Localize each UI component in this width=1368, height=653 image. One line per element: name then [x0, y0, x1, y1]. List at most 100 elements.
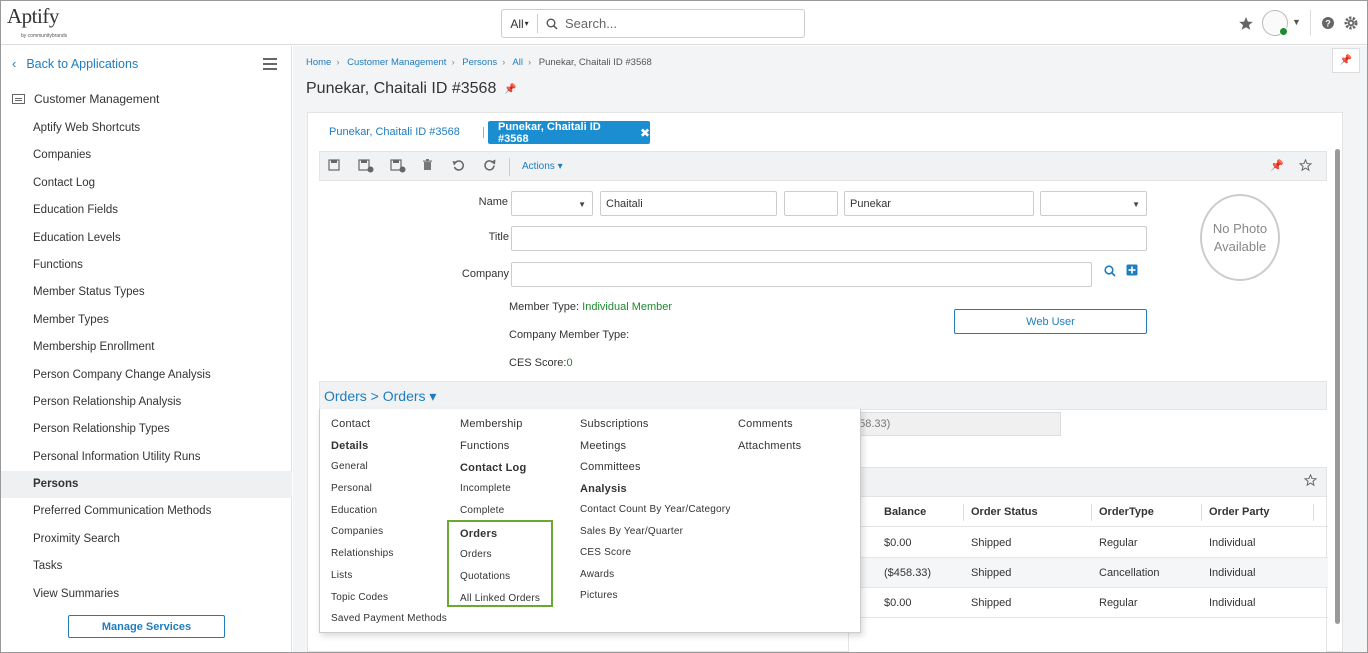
- sidebar-item-personal-information-utility-runs[interactable]: Personal Information Utility Runs: [1, 444, 292, 471]
- favorites-star-icon[interactable]: [1238, 11, 1254, 35]
- company-input[interactable]: [511, 262, 1092, 287]
- actions-dropdown[interactable]: Actions ▾: [522, 161, 563, 172]
- tab-record-active[interactable]: Punekar, Chaitali ID #3568 ✖: [488, 121, 650, 145]
- sidebar-item-education-fields[interactable]: Education Fields: [1, 197, 292, 224]
- cell-balance: ($458.33): [884, 567, 932, 579]
- chevron-down-icon[interactable]: ▼: [1292, 17, 1301, 27]
- orders-view-dropdown[interactable]: Orders > Orders ▾: [324, 388, 436, 405]
- sidebar-section-customer-management[interactable]: Customer Management: [12, 92, 159, 106]
- sidebar-item-contact-log[interactable]: Contact Log: [1, 170, 292, 197]
- sidebar-item-person-company-change-analysis[interactable]: Person Company Change Analysis: [1, 362, 292, 389]
- photo-placeholder[interactable]: No Photo Available: [1200, 194, 1280, 281]
- menu-item-membership[interactable]: Membership: [460, 418, 523, 430]
- menu-item-saved-payment-methods[interactable]: Saved Payment Methods: [331, 613, 447, 624]
- column-header-order-status[interactable]: Order Status: [971, 506, 1038, 518]
- manage-services-button[interactable]: Manage Services: [68, 615, 225, 638]
- sidebar-item-proximity-search[interactable]: Proximity Search: [1, 526, 292, 553]
- last-name-input[interactable]: Punekar: [844, 191, 1034, 216]
- menu-item-meetings[interactable]: Meetings: [580, 440, 626, 452]
- breadcrumb-persons[interactable]: Persons: [462, 57, 497, 68]
- menu-item-contact-count-by-year-category[interactable]: Contact Count By Year/Category: [580, 504, 731, 515]
- menu-item-relationships[interactable]: Relationships: [331, 548, 394, 559]
- sidebar-item-membership-enrollment[interactable]: Membership Enrollment: [1, 334, 292, 361]
- save-icon[interactable]: [328, 159, 340, 171]
- sidebar-item-preferred-communication-methods[interactable]: Preferred Communication Methods: [1, 498, 292, 525]
- search-input[interactable]: Search...: [565, 16, 617, 31]
- favorite-star-icon[interactable]: [1304, 474, 1317, 487]
- menu-item-personal[interactable]: Personal: [331, 483, 372, 494]
- menu-item-lists[interactable]: Lists: [331, 570, 353, 581]
- grid-toolbar: [849, 468, 1326, 497]
- menu-item-functions[interactable]: Functions: [460, 440, 510, 452]
- menu-item-ces-score[interactable]: CES Score: [580, 547, 631, 558]
- title-input[interactable]: [511, 226, 1147, 251]
- prefix-select[interactable]: ▼: [511, 191, 593, 216]
- sidebar-item-tasks[interactable]: Tasks: [1, 553, 292, 580]
- menu-item-subscriptions[interactable]: Subscriptions: [580, 418, 649, 430]
- add-icon[interactable]: [1126, 264, 1138, 276]
- undo-icon[interactable]: [452, 159, 465, 172]
- breadcrumb-customer-management[interactable]: Customer Management: [347, 57, 446, 68]
- pin-icon[interactable]: 📌: [1270, 159, 1284, 172]
- aptify-logo[interactable]: Aptify by communitybrands: [7, 5, 71, 41]
- hamburger-menu-icon[interactable]: [263, 58, 277, 70]
- sidebar-item-person-relationship-analysis[interactable]: Person Relationship Analysis: [1, 389, 292, 416]
- menu-item-general[interactable]: General: [331, 461, 368, 472]
- pin-panel-button[interactable]: 📌: [1332, 48, 1360, 73]
- cell-order-type: Regular: [1099, 597, 1138, 609]
- sidebar-item-member-types[interactable]: Member Types: [1, 307, 292, 334]
- delete-icon[interactable]: [422, 159, 433, 171]
- menu-item-topic-codes[interactable]: Topic Codes: [331, 592, 388, 603]
- middle-name-input[interactable]: [784, 191, 838, 216]
- cell-balance: $0.00: [884, 597, 912, 609]
- menu-item-awards[interactable]: Awards: [580, 569, 614, 580]
- table-row[interactable]: $0.00 Shipped Regular Individual: [849, 528, 1328, 558]
- column-header-order-party[interactable]: Order Party: [1209, 506, 1270, 518]
- breadcrumb-all[interactable]: All: [512, 57, 523, 68]
- menu-item-attachments[interactable]: Attachments: [738, 440, 801, 452]
- save-and-close-icon[interactable]: [390, 159, 406, 173]
- help-icon[interactable]: ?: [1321, 11, 1335, 35]
- back-to-applications-link[interactable]: ‹ Back to Applications: [12, 56, 138, 71]
- sidebar-item-companies[interactable]: Companies: [1, 142, 292, 169]
- suffix-select[interactable]: ▼: [1040, 191, 1147, 216]
- menu-item-incomplete[interactable]: Incomplete: [460, 483, 511, 494]
- table-row[interactable]: ($458.33) Shipped Cancellation Individua…: [849, 558, 1328, 588]
- vertical-scrollbar[interactable]: [1335, 149, 1340, 624]
- menu-item-sales-by-year-quarter[interactable]: Sales By Year/Quarter: [580, 526, 683, 537]
- sidebar-item-aptify-web-shortcuts[interactable]: Aptify Web Shortcuts: [1, 115, 292, 142]
- menu-item-contact[interactable]: Contact: [331, 418, 370, 430]
- menu-item-complete[interactable]: Complete: [460, 505, 504, 516]
- search-icon[interactable]: [1104, 265, 1116, 277]
- sidebar-item-functions[interactable]: Functions: [1, 252, 292, 279]
- logo-sub: by communitybrands: [21, 33, 68, 39]
- sidebar-item-person-relationship-types[interactable]: Person Relationship Types: [1, 416, 292, 443]
- column-header-balance[interactable]: Balance: [884, 506, 926, 518]
- breadcrumb-home[interactable]: Home: [306, 57, 331, 68]
- gear-icon[interactable]: [1343, 11, 1359, 35]
- global-search[interactable]: All ▾ Search...: [501, 9, 805, 38]
- column-header-order-type[interactable]: OrderType: [1099, 506, 1154, 518]
- web-user-button[interactable]: Web User: [954, 309, 1147, 334]
- pin-icon[interactable]: 📌: [504, 84, 516, 95]
- sidebar-item-education-levels[interactable]: Education Levels: [1, 225, 292, 252]
- sidebar-item-persons[interactable]: Persons: [1, 471, 292, 499]
- close-icon[interactable]: ✖: [640, 126, 650, 140]
- member-type-label: Member Type:: [509, 301, 580, 313]
- sidebar-item-member-status-types[interactable]: Member Status Types: [1, 279, 292, 306]
- save-and-new-icon[interactable]: [358, 159, 374, 173]
- sidebar-item-view-summaries[interactable]: View Summaries: [1, 581, 292, 608]
- first-name-input[interactable]: Chaitali: [600, 191, 777, 216]
- favorite-star-icon[interactable]: [1299, 159, 1312, 172]
- tab-record-link[interactable]: Punekar, Chaitali ID #3568: [329, 126, 460, 138]
- online-status-dot: [1279, 27, 1288, 36]
- table-row[interactable]: $0.00 Shipped Regular Individual: [849, 588, 1328, 618]
- search-scope-dropdown[interactable]: All ▾: [502, 14, 538, 33]
- menu-item-pictures[interactable]: Pictures: [580, 590, 618, 601]
- menu-item-committees[interactable]: Committees: [580, 461, 641, 473]
- refresh-icon[interactable]: [483, 159, 496, 172]
- menu-item-education[interactable]: Education: [331, 505, 377, 516]
- menu-item-companies[interactable]: Companies: [331, 526, 383, 537]
- menu-item-comments[interactable]: Comments: [738, 418, 793, 430]
- avatar[interactable]: [1262, 10, 1288, 36]
